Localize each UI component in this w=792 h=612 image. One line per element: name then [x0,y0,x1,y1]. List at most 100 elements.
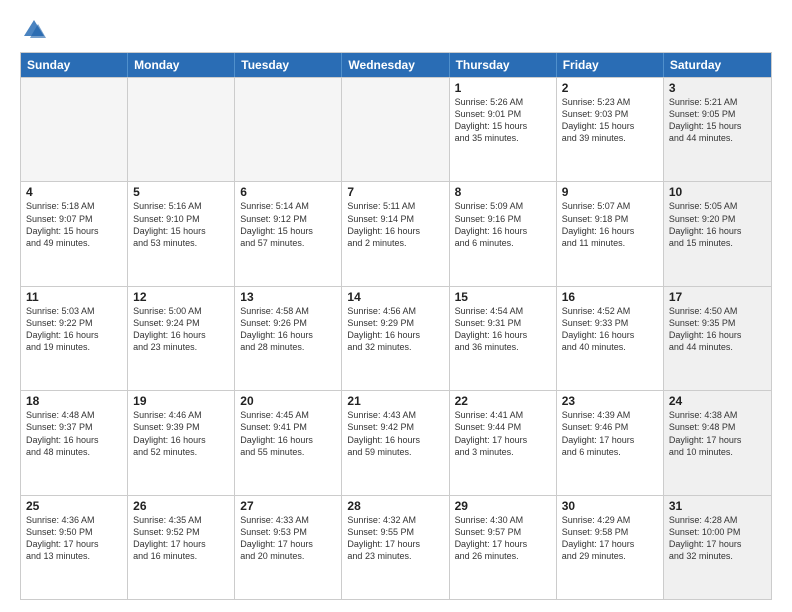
day-detail: Sunrise: 5:05 AM Sunset: 9:20 PM Dayligh… [669,200,766,249]
cal-cell [21,78,128,181]
day-detail: Sunrise: 5:26 AM Sunset: 9:01 PM Dayligh… [455,96,551,145]
day-detail: Sunrise: 5:11 AM Sunset: 9:14 PM Dayligh… [347,200,443,249]
day-number: 5 [133,185,229,199]
cal-cell: 4Sunrise: 5:18 AM Sunset: 9:07 PM Daylig… [21,182,128,285]
day-number: 7 [347,185,443,199]
cal-cell: 19Sunrise: 4:46 AM Sunset: 9:39 PM Dayli… [128,391,235,494]
cal-cell: 26Sunrise: 4:35 AM Sunset: 9:52 PM Dayli… [128,496,235,599]
day-detail: Sunrise: 5:21 AM Sunset: 9:05 PM Dayligh… [669,96,766,145]
cal-row-0: 1Sunrise: 5:26 AM Sunset: 9:01 PM Daylig… [21,77,771,181]
day-detail: Sunrise: 4:54 AM Sunset: 9:31 PM Dayligh… [455,305,551,354]
day-detail: Sunrise: 5:07 AM Sunset: 9:18 PM Dayligh… [562,200,658,249]
cal-row-4: 25Sunrise: 4:36 AM Sunset: 9:50 PM Dayli… [21,495,771,599]
cal-cell: 30Sunrise: 4:29 AM Sunset: 9:58 PM Dayli… [557,496,664,599]
cal-header-tuesday: Tuesday [235,53,342,77]
cal-header-friday: Friday [557,53,664,77]
cal-cell: 14Sunrise: 4:56 AM Sunset: 9:29 PM Dayli… [342,287,449,390]
day-number: 14 [347,290,443,304]
cal-header-thursday: Thursday [450,53,557,77]
cal-cell: 5Sunrise: 5:16 AM Sunset: 9:10 PM Daylig… [128,182,235,285]
cal-cell: 20Sunrise: 4:45 AM Sunset: 9:41 PM Dayli… [235,391,342,494]
day-number: 8 [455,185,551,199]
cal-cell: 2Sunrise: 5:23 AM Sunset: 9:03 PM Daylig… [557,78,664,181]
day-number: 20 [240,394,336,408]
page: SundayMondayTuesdayWednesdayThursdayFrid… [0,0,792,612]
day-number: 21 [347,394,443,408]
day-detail: Sunrise: 4:52 AM Sunset: 9:33 PM Dayligh… [562,305,658,354]
cal-cell: 25Sunrise: 4:36 AM Sunset: 9:50 PM Dayli… [21,496,128,599]
day-detail: Sunrise: 5:16 AM Sunset: 9:10 PM Dayligh… [133,200,229,249]
cal-header-saturday: Saturday [664,53,771,77]
day-detail: Sunrise: 5:00 AM Sunset: 9:24 PM Dayligh… [133,305,229,354]
day-number: 15 [455,290,551,304]
day-detail: Sunrise: 4:29 AM Sunset: 9:58 PM Dayligh… [562,514,658,563]
day-number: 16 [562,290,658,304]
day-number: 6 [240,185,336,199]
day-detail: Sunrise: 4:35 AM Sunset: 9:52 PM Dayligh… [133,514,229,563]
day-number: 17 [669,290,766,304]
day-number: 1 [455,81,551,95]
cal-cell: 21Sunrise: 4:43 AM Sunset: 9:42 PM Dayli… [342,391,449,494]
cal-cell: 23Sunrise: 4:39 AM Sunset: 9:46 PM Dayli… [557,391,664,494]
cal-cell: 29Sunrise: 4:30 AM Sunset: 9:57 PM Dayli… [450,496,557,599]
day-number: 10 [669,185,766,199]
day-detail: Sunrise: 5:23 AM Sunset: 9:03 PM Dayligh… [562,96,658,145]
day-number: 9 [562,185,658,199]
cal-row-1: 4Sunrise: 5:18 AM Sunset: 9:07 PM Daylig… [21,181,771,285]
cal-cell: 16Sunrise: 4:52 AM Sunset: 9:33 PM Dayli… [557,287,664,390]
day-detail: Sunrise: 5:09 AM Sunset: 9:16 PM Dayligh… [455,200,551,249]
day-number: 26 [133,499,229,513]
cal-header-sunday: Sunday [21,53,128,77]
cal-cell: 1Sunrise: 5:26 AM Sunset: 9:01 PM Daylig… [450,78,557,181]
day-detail: Sunrise: 4:48 AM Sunset: 9:37 PM Dayligh… [26,409,122,458]
day-number: 23 [562,394,658,408]
day-detail: Sunrise: 4:39 AM Sunset: 9:46 PM Dayligh… [562,409,658,458]
day-detail: Sunrise: 4:58 AM Sunset: 9:26 PM Dayligh… [240,305,336,354]
cal-cell: 15Sunrise: 4:54 AM Sunset: 9:31 PM Dayli… [450,287,557,390]
cal-cell: 8Sunrise: 5:09 AM Sunset: 9:16 PM Daylig… [450,182,557,285]
cal-cell: 12Sunrise: 5:00 AM Sunset: 9:24 PM Dayli… [128,287,235,390]
calendar: SundayMondayTuesdayWednesdayThursdayFrid… [20,52,772,600]
cal-cell: 27Sunrise: 4:33 AM Sunset: 9:53 PM Dayli… [235,496,342,599]
day-number: 13 [240,290,336,304]
cal-cell: 6Sunrise: 5:14 AM Sunset: 9:12 PM Daylig… [235,182,342,285]
cal-cell: 10Sunrise: 5:05 AM Sunset: 9:20 PM Dayli… [664,182,771,285]
cal-cell: 11Sunrise: 5:03 AM Sunset: 9:22 PM Dayli… [21,287,128,390]
day-number: 24 [669,394,766,408]
cal-cell: 31Sunrise: 4:28 AM Sunset: 10:00 PM Dayl… [664,496,771,599]
day-number: 18 [26,394,122,408]
calendar-header: SundayMondayTuesdayWednesdayThursdayFrid… [21,53,771,77]
cal-cell: 7Sunrise: 5:11 AM Sunset: 9:14 PM Daylig… [342,182,449,285]
cal-cell: 17Sunrise: 4:50 AM Sunset: 9:35 PM Dayli… [664,287,771,390]
cal-row-2: 11Sunrise: 5:03 AM Sunset: 9:22 PM Dayli… [21,286,771,390]
day-detail: Sunrise: 4:36 AM Sunset: 9:50 PM Dayligh… [26,514,122,563]
logo [20,16,52,44]
cal-cell: 22Sunrise: 4:41 AM Sunset: 9:44 PM Dayli… [450,391,557,494]
day-detail: Sunrise: 4:50 AM Sunset: 9:35 PM Dayligh… [669,305,766,354]
cal-cell: 13Sunrise: 4:58 AM Sunset: 9:26 PM Dayli… [235,287,342,390]
cal-cell: 24Sunrise: 4:38 AM Sunset: 9:48 PM Dayli… [664,391,771,494]
day-detail: Sunrise: 4:43 AM Sunset: 9:42 PM Dayligh… [347,409,443,458]
day-number: 4 [26,185,122,199]
day-detail: Sunrise: 5:18 AM Sunset: 9:07 PM Dayligh… [26,200,122,249]
day-detail: Sunrise: 4:41 AM Sunset: 9:44 PM Dayligh… [455,409,551,458]
logo-icon [20,16,48,44]
day-detail: Sunrise: 4:56 AM Sunset: 9:29 PM Dayligh… [347,305,443,354]
cal-cell: 3Sunrise: 5:21 AM Sunset: 9:05 PM Daylig… [664,78,771,181]
day-detail: Sunrise: 5:03 AM Sunset: 9:22 PM Dayligh… [26,305,122,354]
day-number: 3 [669,81,766,95]
day-detail: Sunrise: 4:28 AM Sunset: 10:00 PM Daylig… [669,514,766,563]
day-number: 28 [347,499,443,513]
day-number: 27 [240,499,336,513]
day-detail: Sunrise: 4:30 AM Sunset: 9:57 PM Dayligh… [455,514,551,563]
day-number: 29 [455,499,551,513]
cal-cell: 18Sunrise: 4:48 AM Sunset: 9:37 PM Dayli… [21,391,128,494]
cal-cell: 9Sunrise: 5:07 AM Sunset: 9:18 PM Daylig… [557,182,664,285]
day-detail: Sunrise: 4:32 AM Sunset: 9:55 PM Dayligh… [347,514,443,563]
day-number: 25 [26,499,122,513]
day-number: 11 [26,290,122,304]
header [20,16,772,44]
cal-row-3: 18Sunrise: 4:48 AM Sunset: 9:37 PM Dayli… [21,390,771,494]
cal-cell [235,78,342,181]
cal-header-monday: Monday [128,53,235,77]
